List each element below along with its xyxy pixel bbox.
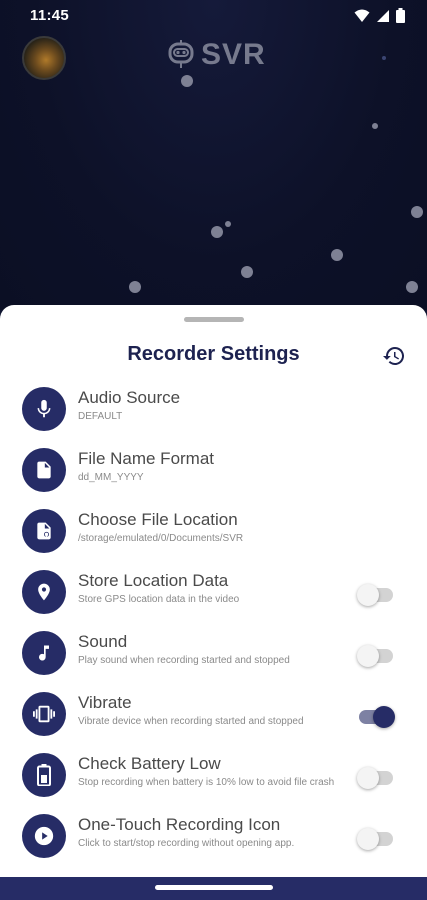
setting-subtitle: Stop recording when battery is 10% low t… xyxy=(78,777,335,788)
setting-subtitle: Vibrate device when recording started an… xyxy=(78,716,304,727)
setting-check-battery-low[interactable]: Check Battery Low Stop recording when ba… xyxy=(0,749,427,809)
setting-subtitle: Click to start/stop recording without op… xyxy=(78,838,295,849)
vibrate-toggle[interactable] xyxy=(359,706,395,728)
setting-choose-file-location[interactable]: Choose File Location /storage/emulated/0… xyxy=(0,505,427,565)
particle-dot xyxy=(382,56,386,60)
sheet-title: Recorder Settings xyxy=(127,343,300,365)
home-gesture-pill[interactable] xyxy=(155,885,273,890)
status-time: 11:45 xyxy=(30,7,70,24)
toggle-knob xyxy=(357,645,379,667)
play-circle-icon xyxy=(22,814,66,858)
setting-subtitle: Store GPS location data in the video xyxy=(78,594,240,605)
setting-store-location-data[interactable]: Store Location Data Store GPS location d… xyxy=(0,566,427,626)
app-logo-text: SVR xyxy=(201,38,266,71)
toggle-knob xyxy=(357,584,379,606)
sound-toggle[interactable] xyxy=(357,645,393,667)
location-pin-icon xyxy=(22,570,66,614)
file-icon xyxy=(22,448,66,492)
setting-vibrate[interactable]: Vibrate Vibrate device when recording st… xyxy=(0,688,427,748)
background-area: 11:45 SVR xyxy=(0,0,427,310)
setting-title: Audio Source xyxy=(78,388,181,407)
setting-subtitle: DEFAULT xyxy=(78,411,123,422)
setting-one-touch-recording[interactable]: One-Touch Recording Icon Click to start/… xyxy=(0,810,427,870)
microphone-icon xyxy=(22,387,66,431)
setting-title: One-Touch Recording Icon xyxy=(78,815,281,834)
battery-status-icon xyxy=(396,8,405,23)
toggle-knob xyxy=(357,767,379,789)
setting-title: Vibrate xyxy=(78,693,132,712)
particle-dot xyxy=(211,226,223,238)
setting-title: Store Location Data xyxy=(78,571,229,590)
setting-file-name-format[interactable]: File Name Format dd_MM_YYYY xyxy=(0,444,427,504)
battery-icon xyxy=(22,753,66,797)
setting-title: File Name Format xyxy=(78,449,215,468)
wifi-icon xyxy=(354,9,370,22)
setting-subtitle: Play sound when recording started and st… xyxy=(78,655,290,666)
one-touch-toggle[interactable] xyxy=(357,828,393,850)
app-logo: SVR xyxy=(165,38,266,72)
status-icons xyxy=(354,8,405,23)
signal-icon xyxy=(377,9,389,22)
particle-dot xyxy=(181,75,193,87)
particle-dot xyxy=(411,206,423,218)
history-icon xyxy=(383,347,405,365)
setting-subtitle: dd_MM_YYYY xyxy=(78,472,144,483)
status-bar: 11:45 xyxy=(0,0,427,32)
vibrate-icon xyxy=(22,692,66,736)
setting-title: Check Battery Low xyxy=(78,754,221,773)
history-button[interactable] xyxy=(381,343,407,369)
particle-dot xyxy=(225,221,231,227)
setting-subtitle: /storage/emulated/0/Documents/SVR xyxy=(78,533,244,544)
particle-dot xyxy=(406,281,418,293)
battery-low-toggle[interactable] xyxy=(357,767,393,789)
particle-dot xyxy=(331,249,343,261)
robot-logo-icon xyxy=(168,40,194,68)
settings-sheet: Recorder Settings Audio Source DEFAULT F… xyxy=(0,305,427,877)
location-data-toggle[interactable] xyxy=(357,584,393,606)
toggle-knob xyxy=(357,828,379,850)
music-note-icon xyxy=(22,631,66,675)
drag-handle[interactable] xyxy=(184,317,244,322)
avatar[interactable] xyxy=(22,36,66,80)
setting-sound[interactable]: Sound Play sound when recording started … xyxy=(0,627,427,687)
setting-title: Sound xyxy=(78,632,128,651)
particle-dot xyxy=(241,266,253,278)
toggle-knob xyxy=(373,706,395,728)
setting-audio-source[interactable]: Audio Source DEFAULT xyxy=(0,383,427,443)
particle-dot xyxy=(372,123,378,129)
particle-dot xyxy=(129,281,141,293)
file-location-icon xyxy=(22,509,66,553)
setting-title: Choose File Location xyxy=(78,510,238,529)
navigation-bar xyxy=(0,877,427,900)
